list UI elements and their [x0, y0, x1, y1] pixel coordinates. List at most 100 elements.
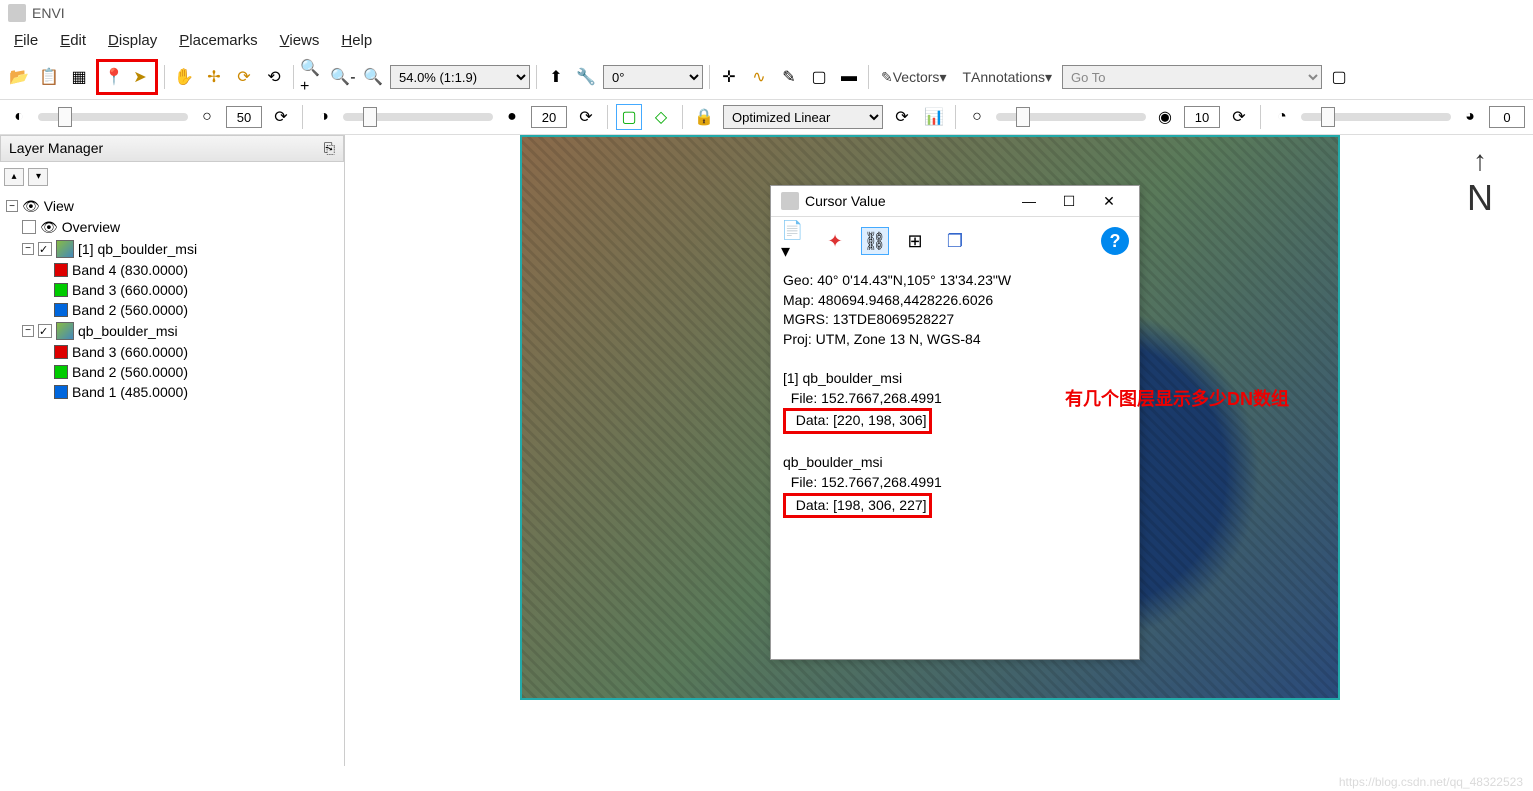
tool-a-icon[interactable]: ⬆: [543, 64, 569, 90]
dataset2-file: File: 152.7667,268.4991: [783, 473, 1127, 493]
reset4-icon[interactable]: ⟳: [1226, 104, 1252, 130]
open-icon[interactable]: 📂: [6, 64, 32, 90]
band-row[interactable]: Band 3 (660.0000): [6, 342, 338, 362]
expander-icon[interactable]: −: [6, 200, 18, 212]
checkbox[interactable]: [22, 220, 36, 234]
window-titlebar[interactable]: Cursor Value — ☐ ✕: [771, 186, 1139, 217]
tree-overview-node[interactable]: 👁 Overview: [6, 217, 338, 238]
annotations-dropdown[interactable]: T Annotations ▾: [956, 64, 1058, 90]
chip-icon[interactable]: ▦: [66, 64, 92, 90]
pan-icon[interactable]: ✋: [171, 64, 197, 90]
layer-swatch-icon: [56, 240, 74, 258]
collapse-down-icon[interactable]: ▾: [28, 168, 48, 186]
sharp-end-icon: ◉: [1152, 104, 1178, 130]
scale-icon[interactable]: ▬: [836, 64, 862, 90]
menu-help[interactable]: Help: [341, 32, 372, 49]
band-green-icon: [54, 283, 68, 297]
stretch-select[interactable]: Optimized Linear: [723, 105, 883, 129]
extent1-icon[interactable]: ▢: [616, 104, 642, 130]
menu-edit[interactable]: Edit: [60, 32, 86, 49]
rotation-select[interactable]: 0°: [603, 65, 703, 89]
lock-icon[interactable]: 🔒: [691, 104, 717, 130]
sharpen-value[interactable]: [1184, 106, 1220, 128]
cursor-value-readout: Geo: 40° 0'14.43"N,105° 13'34.23"W Map: …: [771, 265, 1139, 615]
grid-icon[interactable]: ⊞: [901, 227, 929, 255]
target-icon[interactable]: ✦: [821, 227, 849, 255]
app-title: ENVI: [32, 5, 65, 21]
checkbox[interactable]: [38, 242, 52, 256]
band-row[interactable]: Band 4 (830.0000): [6, 260, 338, 280]
menu-display[interactable]: Display: [108, 32, 157, 49]
contrast-value[interactable]: [531, 106, 567, 128]
image-canvas[interactable]: ↑ N Cursor Value — ☐ ✕ 📄▾ ✦ ⛓ ⊞ ❐ ? Geo:…: [345, 135, 1533, 766]
maximize-icon[interactable]: ☐: [1049, 193, 1089, 210]
eye-icon[interactable]: 👁: [40, 219, 58, 236]
band-red-icon: [54, 263, 68, 277]
stack-icon[interactable]: ❐: [941, 227, 969, 255]
band-row[interactable]: Band 3 (660.0000): [6, 280, 338, 300]
hist-icon[interactable]: 📊: [921, 104, 947, 130]
reset1-icon[interactable]: ⟳: [268, 104, 294, 130]
wave-icon[interactable]: ∿: [746, 64, 772, 90]
goto-input[interactable]: Go To: [1062, 65, 1322, 89]
dataset2-data-highlight: Data: [198, 306, 227]: [783, 493, 932, 519]
menu-placemarks[interactable]: Placemarks: [179, 32, 257, 49]
close-icon[interactable]: ✕: [1089, 193, 1129, 210]
zoom-fit-icon[interactable]: 🔍: [360, 64, 386, 90]
minimize-icon[interactable]: —: [1009, 193, 1049, 209]
link-icon[interactable]: ⛓: [861, 227, 889, 255]
zoom-in-icon[interactable]: 🔍+: [300, 64, 326, 90]
tree-view-node[interactable]: − 👁 View: [6, 196, 338, 217]
band-label: Band 3 (660.0000): [72, 344, 188, 360]
contrast-slider[interactable]: [343, 113, 493, 121]
tree-layer2-node[interactable]: − qb_boulder_msi: [6, 320, 338, 342]
copy-icon[interactable]: 📄▾: [781, 227, 809, 255]
brightness-slider[interactable]: [38, 113, 188, 121]
separator: [302, 105, 303, 129]
separator: [164, 65, 165, 89]
band-blue-icon: [54, 385, 68, 399]
menu-views[interactable]: Views: [280, 32, 320, 49]
refresh-icon[interactable]: ⟲: [261, 64, 287, 90]
rotate-icon[interactable]: ⟳: [231, 64, 257, 90]
collapse-up-icon[interactable]: ▴: [4, 168, 24, 186]
transparency-slider[interactable]: [1301, 113, 1451, 121]
band-row[interactable]: Band 2 (560.0000): [6, 362, 338, 382]
help-icon[interactable]: ?: [1101, 227, 1129, 255]
contrast-icon: ◑: [311, 104, 337, 130]
panel-config-icon[interactable]: ⎘: [324, 140, 335, 157]
checkbox[interactable]: [38, 324, 52, 338]
measure-icon[interactable]: ✎: [776, 64, 802, 90]
tree-layer1-node[interactable]: − [1] qb_boulder_msi: [6, 238, 338, 260]
menu-file[interactable]: File: [14, 32, 38, 49]
extra-icon[interactable]: ▢: [1326, 64, 1352, 90]
clipboard-icon[interactable]: 📋: [36, 64, 62, 90]
expander-icon[interactable]: −: [22, 325, 34, 337]
extent2-icon[interactable]: ◇: [648, 104, 674, 130]
window-title: Cursor Value: [805, 193, 1009, 209]
brightness-value[interactable]: [226, 106, 262, 128]
fly-icon[interactable]: ✢: [201, 64, 227, 90]
reset3-icon[interactable]: ⟳: [889, 104, 915, 130]
pin-icon[interactable]: 📍: [101, 64, 127, 90]
crosshair-icon[interactable]: ✛: [716, 64, 742, 90]
band-row[interactable]: Band 2 (560.0000): [6, 300, 338, 320]
transparency-value[interactable]: [1489, 106, 1525, 128]
arrow-icon[interactable]: ➤: [127, 64, 153, 90]
separator: [955, 105, 956, 129]
cursor-value-window[interactable]: Cursor Value — ☐ ✕ 📄▾ ✦ ⛓ ⊞ ❐ ? Geo: 40°…: [770, 185, 1140, 660]
band-row[interactable]: Band 1 (485.0000): [6, 382, 338, 402]
vectors-dropdown[interactable]: ✎ Vectors ▾: [875, 64, 952, 90]
roi-icon[interactable]: ▢: [806, 64, 832, 90]
trans-end-icon: ◕: [1457, 104, 1483, 130]
zoom-select[interactable]: 54.0% (1:1.9): [390, 65, 530, 89]
sharpen-slider[interactable]: [996, 113, 1146, 121]
band-label: Band 2 (560.0000): [72, 302, 188, 318]
overview-label: Overview: [62, 219, 120, 235]
eye-icon[interactable]: 👁: [22, 198, 40, 215]
reset2-icon[interactable]: ⟳: [573, 104, 599, 130]
menu-bar: File Edit Display Placemarks Views Help: [0, 26, 1533, 55]
tool-b-icon[interactable]: 🔧: [573, 64, 599, 90]
expander-icon[interactable]: −: [22, 243, 34, 255]
zoom-out-icon[interactable]: 🔍-: [330, 64, 356, 90]
